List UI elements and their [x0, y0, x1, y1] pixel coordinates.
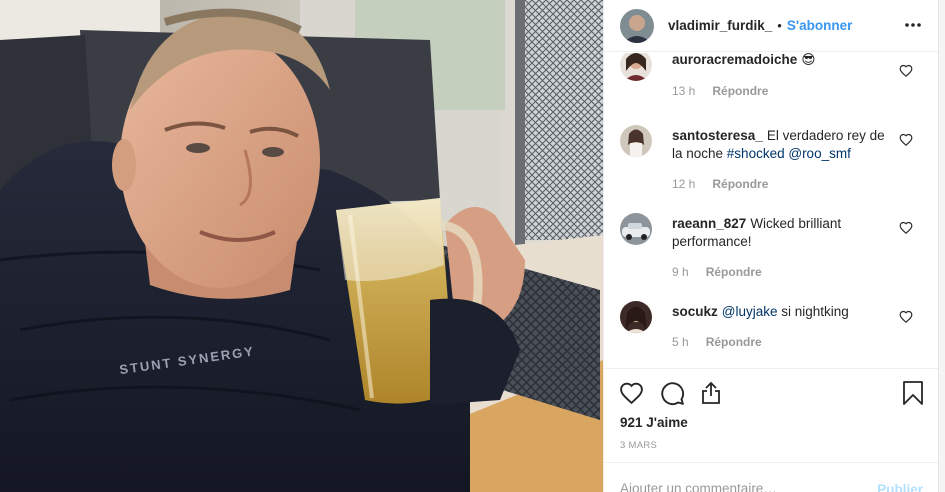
comment-text: 😎	[801, 53, 816, 67]
mention-link[interactable]: @luyjake	[722, 304, 778, 319]
commenter-avatar[interactable]	[620, 125, 652, 157]
author-avatar[interactable]	[620, 8, 654, 43]
share-icon[interactable]	[697, 379, 725, 407]
comments-list[interactable]: auroracremadoiche 😎 13 h Répondre santoste…	[604, 53, 939, 368]
post-actions: 921 J'aime 3 MARS	[604, 368, 939, 462]
comment-like-icon[interactable]	[899, 221, 913, 235]
post-header: vladimir_furdik_ • S'abonner	[604, 0, 939, 52]
comment-username[interactable]: santosteresa_	[672, 128, 763, 143]
comment-username[interactable]: raeann_827	[672, 216, 746, 231]
likes-count[interactable]: 921 J'aime	[620, 415, 688, 430]
post-date[interactable]: 3 MARS	[620, 440, 657, 451]
page-scrollbar[interactable]	[938, 0, 945, 492]
bookmark-icon[interactable]	[899, 379, 927, 407]
post-image: STUNT SYNERGY	[0, 0, 603, 492]
comment-username[interactable]: socukz	[672, 304, 718, 319]
comment-time[interactable]: 5 h	[672, 335, 689, 349]
commenter-avatar[interactable]	[620, 213, 652, 245]
comment-username[interactable]: auroracremadoiche	[672, 53, 797, 67]
more-options-icon[interactable]	[903, 15, 923, 35]
comment-meta: 13 h Répondre	[672, 84, 768, 98]
hashtag-link[interactable]: #shocked	[727, 146, 785, 161]
author-username[interactable]: vladimir_furdik_	[668, 18, 772, 33]
heart-icon[interactable]	[617, 379, 645, 407]
header-separator: •	[777, 18, 782, 33]
comment-time[interactable]: 12 h	[672, 177, 695, 191]
comment-meta: 9 h Répondre	[672, 265, 762, 279]
reply-button[interactable]: Répondre	[712, 177, 768, 191]
comment-like-icon[interactable]	[899, 310, 913, 324]
comment-like-icon[interactable]	[899, 133, 913, 147]
comment-like-icon[interactable]	[899, 64, 913, 78]
reply-button[interactable]: Répondre	[712, 84, 768, 98]
comment-time[interactable]: 13 h	[672, 84, 695, 98]
comment-meta: 12 h Répondre	[672, 177, 768, 191]
post-details-panel: vladimir_furdik_ • S'abonner auroracrema…	[603, 0, 939, 492]
commenter-avatar[interactable]	[620, 53, 652, 81]
commenter-avatar[interactable]	[620, 301, 652, 333]
post-photo[interactable]: STUNT SYNERGY	[0, 0, 603, 492]
comment-meta: 5 h Répondre	[672, 335, 762, 349]
add-comment-section: Publier	[604, 462, 939, 492]
follow-button[interactable]: S'abonner	[787, 18, 852, 33]
comment-time[interactable]: 9 h	[672, 265, 689, 279]
mention-link[interactable]: @roo_smf	[788, 146, 850, 161]
comment-icon[interactable]	[658, 379, 686, 407]
comment-text: si nightking	[777, 304, 849, 319]
reply-button[interactable]: Répondre	[706, 265, 762, 279]
comment-input[interactable]	[620, 481, 860, 492]
reply-button[interactable]: Répondre	[706, 335, 762, 349]
publish-button[interactable]: Publier	[877, 482, 923, 492]
